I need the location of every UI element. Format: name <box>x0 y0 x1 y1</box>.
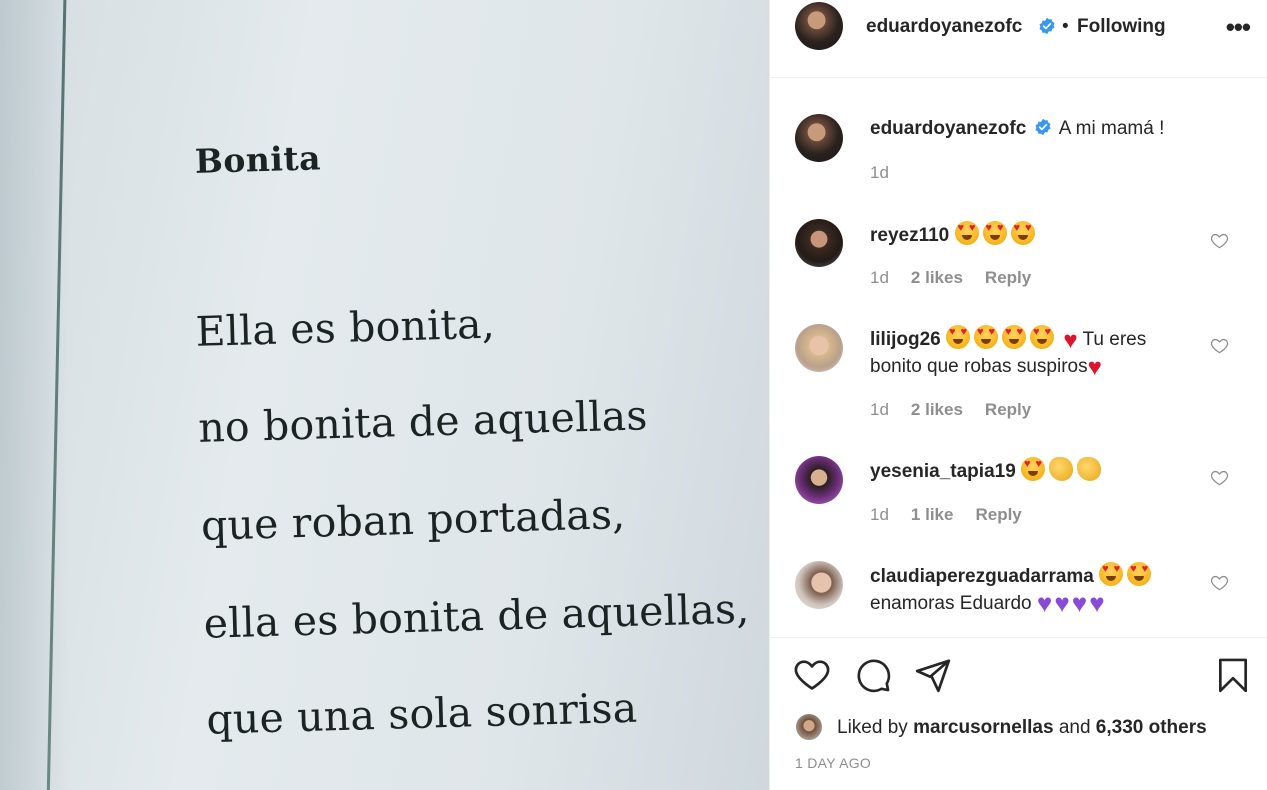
comments-list[interactable]: eduardoyanezofc A mi mamá ! 1d reyez110 <box>770 79 1267 636</box>
comment-username[interactable]: claudiaperezguadarrama <box>870 566 1094 587</box>
heart-eyes-emoji <box>1030 325 1055 349</box>
clapping-hands-emoji <box>1077 457 1102 481</box>
post-timestamp[interactable]: 1 DAY AGO <box>795 755 871 771</box>
comment-icon[interactable] <box>854 656 892 694</box>
likes-others-link[interactable]: 6,330 others <box>1096 717 1207 738</box>
likes-summary: Liked by marcusornellas and 6,330 others <box>795 713 1255 743</box>
comment-body: Tu eres <box>1082 329 1147 350</box>
reply-button[interactable]: Reply <box>985 400 1031 419</box>
post-side-panel: eduardoyanezofc • Following ••• eduardoy… <box>769 0 1267 790</box>
comment-text: lilijog26 ♥ Tu eres bonito que robas sus… <box>870 325 1215 380</box>
purple-heart-emoji: ♥ <box>1054 588 1070 618</box>
red-heart-emoji: ♥ <box>1063 327 1078 354</box>
poem-line: Ella es bonita, <box>194 299 496 356</box>
clapping-hands-emoji <box>1049 457 1074 481</box>
heart-eyes-emoji <box>1021 457 1046 481</box>
book-spine-shadow <box>0 0 70 790</box>
post-header: eduardoyanezofc • Following ••• <box>770 0 1267 78</box>
purple-heart-emoji: ♥ <box>1036 588 1053 618</box>
caption-body: A mi mamá ! <box>1058 118 1165 139</box>
comment-body: bonito que robas suspiros <box>870 356 1088 377</box>
reply-button[interactable]: Reply <box>975 505 1021 524</box>
comment-meta: 1d 2 likes Reply <box>870 268 1053 288</box>
liker-avatar[interactable] <box>795 713 823 741</box>
caption-meta: 1d <box>870 163 911 183</box>
comment-likes[interactable]: 1 like <box>911 505 954 524</box>
caption-username[interactable]: eduardoyanezofc <box>870 118 1026 139</box>
heart-icon[interactable] <box>793 656 831 694</box>
avatar[interactable] <box>795 456 843 504</box>
comment-text: claudiaperezguadarrama enamoras Eduardo … <box>870 562 1215 617</box>
comment-meta: 1d 1 like Reply <box>870 505 1044 525</box>
comment-username[interactable]: yesenia_tapia19 <box>870 461 1016 482</box>
like-comment-heart-icon[interactable] <box>1210 573 1229 592</box>
heart-eyes-emoji <box>1002 325 1027 349</box>
reply-button[interactable]: Reply <box>985 268 1031 287</box>
avatar[interactable] <box>795 2 843 50</box>
avatar[interactable] <box>795 561 843 609</box>
bookmark-icon[interactable] <box>1214 656 1252 694</box>
likes-prefix: Liked by <box>837 717 908 738</box>
heart-eyes-emoji <box>982 221 1007 245</box>
comment-likes[interactable]: 2 likes <box>911 400 963 419</box>
avatar[interactable] <box>795 114 843 162</box>
comment-username[interactable]: reyez110 <box>870 225 949 246</box>
purple-heart-emoji: ♥ <box>1089 588 1105 618</box>
poem-line: que roban portadas, <box>200 490 626 550</box>
comment-time[interactable]: 1d <box>870 268 889 287</box>
comment-text: reyez110 <box>870 221 1215 249</box>
like-comment-heart-icon[interactable] <box>1210 231 1229 250</box>
verified-badge-icon <box>1039 17 1055 35</box>
separator-dot: • <box>1062 16 1069 37</box>
heart-eyes-emoji <box>954 221 979 245</box>
caption-time[interactable]: 1d <box>870 163 889 182</box>
comment-meta: 1d 2 likes Reply <box>870 400 1053 420</box>
purple-heart-emoji: ♥ <box>1071 588 1088 618</box>
comment-likes[interactable]: 2 likes <box>911 268 963 287</box>
poem-line: ella es bonita de aquellas, <box>203 584 751 648</box>
avatar[interactable] <box>795 219 843 267</box>
post-actions: Liked by marcusornellas and 6,330 others… <box>770 637 1267 790</box>
heart-eyes-emoji <box>1099 562 1124 586</box>
heart-eyes-emoji <box>946 325 971 349</box>
comment-username[interactable]: lilijog26 <box>870 329 941 350</box>
like-comment-heart-icon[interactable] <box>1210 468 1229 487</box>
like-comment-heart-icon[interactable] <box>1210 336 1229 355</box>
comment-body: enamoras Eduardo <box>870 593 1032 614</box>
caption-text: eduardoyanezofc A mi mamá ! <box>870 115 1215 142</box>
post-image[interactable]: Bonita Ella es bonita, no bonita de aque… <box>0 0 769 790</box>
liker-username[interactable]: marcusornellas <box>913 717 1053 738</box>
likes-text: Liked by marcusornellas and 6,330 others <box>837 717 1207 739</box>
paper-plane-icon[interactable] <box>914 656 952 694</box>
avatar[interactable] <box>795 324 843 372</box>
header-username[interactable]: eduardoyanezofc <box>866 16 1022 38</box>
heart-eyes-emoji <box>1010 221 1035 245</box>
following-button[interactable]: Following <box>1077 16 1166 38</box>
comment-time[interactable]: 1d <box>870 505 889 524</box>
poem-line: no bonita de aquellas <box>197 391 649 452</box>
likes-middle: and <box>1058 717 1091 738</box>
more-options-icon[interactable]: ••• <box>1226 14 1251 40</box>
red-heart-emoji: ♥ <box>1087 354 1102 381</box>
heart-eyes-emoji <box>1127 562 1152 586</box>
comment-time[interactable]: 1d <box>870 400 889 419</box>
poem-line: que una sola sonrisa <box>205 683 638 744</box>
comment-text: yesenia_tapia19 <box>870 457 1215 485</box>
verified-badge-icon <box>1035 118 1051 136</box>
poem-title: Bonita <box>194 138 322 181</box>
heart-eyes-emoji <box>974 325 999 349</box>
